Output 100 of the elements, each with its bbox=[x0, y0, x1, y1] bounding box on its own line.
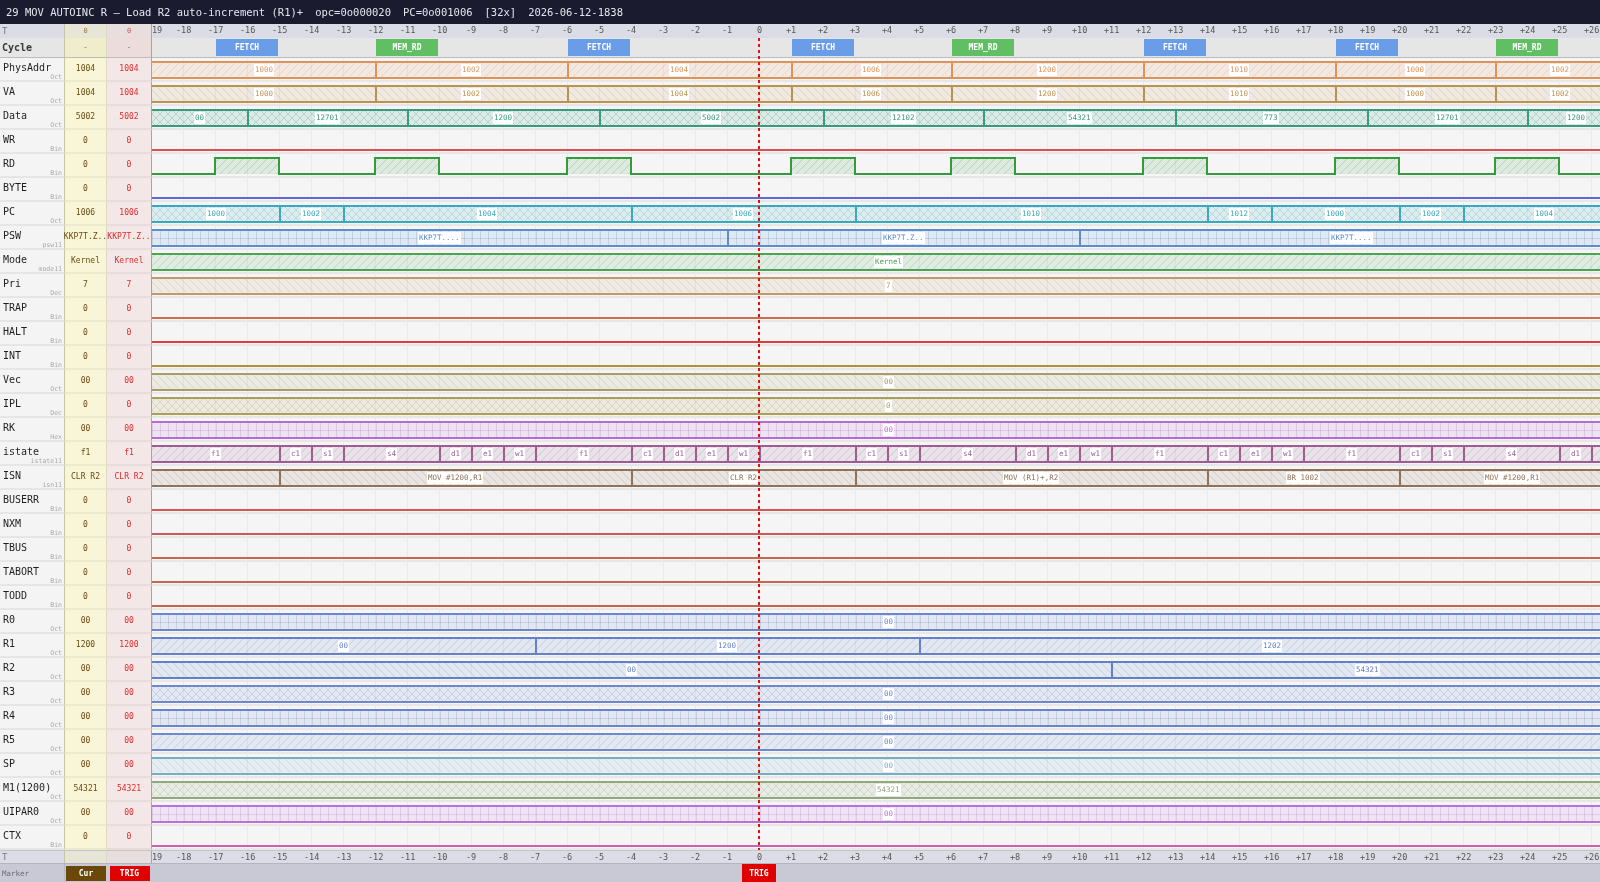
signal-name: IPL bbox=[3, 398, 22, 410]
cursor-value: 1004 bbox=[75, 88, 96, 98]
title-info: [32x] bbox=[484, 6, 517, 18]
cursor-value: 0 bbox=[83, 160, 88, 170]
tick-label: +15 bbox=[1232, 24, 1248, 36]
cursor-value: 00 bbox=[80, 688, 91, 698]
tick-label: +18 bbox=[1328, 24, 1344, 36]
tick-label: +9 bbox=[1042, 24, 1053, 36]
tick-label: +18 bbox=[1328, 851, 1344, 863]
trigger-value: 00 bbox=[124, 736, 134, 746]
signal-name: R3 bbox=[3, 686, 16, 698]
cursor-value: 00 bbox=[80, 808, 91, 818]
tick-label: 19 bbox=[152, 851, 163, 863]
tick-label: +6 bbox=[946, 851, 957, 863]
tick-label: -3 bbox=[658, 851, 669, 863]
row-title: Cycle bbox=[2, 41, 33, 54]
cursor-value: 0 bbox=[83, 304, 88, 314]
tick-label: -12 bbox=[368, 851, 384, 863]
tick-label: -10 bbox=[432, 24, 448, 36]
tick-label: +1 bbox=[786, 24, 797, 36]
phase-block: FETCH bbox=[568, 39, 630, 56]
phase-block: FETCH bbox=[1336, 39, 1398, 56]
cursor-value: 0 bbox=[83, 184, 88, 194]
trigger-value: 1004 bbox=[119, 64, 139, 74]
cursor-value: 0 bbox=[83, 544, 88, 554]
tick-label: -6 bbox=[562, 851, 573, 863]
cursor-value: 7 bbox=[83, 280, 88, 290]
cursor-value: 0 bbox=[83, 520, 88, 530]
signal-name: VA bbox=[3, 86, 16, 98]
trigger-value: 1200 bbox=[119, 640, 139, 650]
cursor-value: Kernel bbox=[71, 256, 100, 266]
tick-label: +26 bbox=[1584, 24, 1600, 36]
tick-label: +7 bbox=[978, 851, 989, 863]
tick-label: -8 bbox=[498, 851, 509, 863]
tick-label: -13 bbox=[336, 851, 352, 863]
axis-label: T bbox=[2, 25, 8, 37]
cursor-value: 00 bbox=[80, 616, 91, 626]
tick-label: +17 bbox=[1296, 24, 1312, 36]
tick-label: +19 bbox=[1360, 851, 1376, 863]
trigger-value: CLR R2 bbox=[114, 472, 144, 482]
cursor-value: 54321 bbox=[73, 784, 98, 794]
cursor-value: - bbox=[83, 42, 88, 53]
trigger-value: 0 bbox=[126, 520, 132, 530]
signal-name: TABORT bbox=[3, 566, 40, 578]
signal-name: RK bbox=[3, 422, 16, 434]
tick-label: +2 bbox=[818, 851, 829, 863]
trigger-value: 0 bbox=[126, 160, 132, 170]
cursor-value: 0 bbox=[83, 136, 88, 146]
signal-name: TRAP bbox=[3, 302, 28, 314]
tick-label: -6 bbox=[562, 24, 573, 36]
tick-label: -3 bbox=[658, 24, 669, 36]
signal-name: RD bbox=[3, 158, 16, 170]
trigger-marker[interactable]: TRIG bbox=[742, 864, 776, 882]
phase-block: MEM_RD bbox=[376, 39, 438, 56]
trigger-value: 00 bbox=[124, 760, 134, 770]
tick-label: -15 bbox=[272, 851, 288, 863]
tick-label: +4 bbox=[882, 24, 893, 36]
cursor-marker-button[interactable]: Cur bbox=[66, 865, 106, 881]
tick-label: -11 bbox=[400, 851, 416, 863]
tick-label: +5 bbox=[914, 24, 925, 36]
tick-label: +22 bbox=[1456, 24, 1472, 36]
tick-label: -1 bbox=[722, 851, 733, 863]
tick-label: +21 bbox=[1424, 24, 1440, 36]
trigger-value: 0 bbox=[126, 328, 132, 338]
cursor-value: 1004 bbox=[75, 64, 96, 74]
trigger-marker-button[interactable]: TRIG bbox=[109, 865, 150, 881]
tick-label: +5 bbox=[914, 851, 925, 863]
phase-block: FETCH bbox=[1144, 39, 1206, 56]
tick-label: +4 bbox=[882, 851, 893, 863]
signal-name: R2 bbox=[3, 662, 16, 674]
signal-name: BYTE bbox=[3, 182, 28, 194]
tick-label: -18 bbox=[176, 851, 192, 863]
tick-label: -4 bbox=[626, 24, 637, 36]
cursor-value: 00 bbox=[80, 664, 91, 674]
trigger-value: 00 bbox=[124, 664, 134, 674]
tick-label: +9 bbox=[1042, 851, 1053, 863]
cursor-value: KKP7T.Z.. bbox=[63, 232, 108, 242]
tick-label: -9 bbox=[466, 24, 477, 36]
signal-name: SP bbox=[3, 758, 16, 770]
cursor-value: f1 bbox=[80, 448, 91, 458]
signal-name: UIPAR0 bbox=[3, 806, 40, 818]
tick-label: 0 bbox=[757, 24, 763, 36]
tick-label: +3 bbox=[850, 851, 861, 863]
signal-name: R4 bbox=[3, 710, 16, 722]
tick-label: -10 bbox=[432, 851, 448, 863]
trigger-value: 0 bbox=[126, 184, 132, 194]
cursor-value: 00 bbox=[80, 376, 91, 386]
trigger-value: 00 bbox=[124, 616, 134, 626]
cursor-value: 0 bbox=[83, 568, 88, 578]
cursor-value: 0 bbox=[83, 592, 88, 602]
cursor-value: 1200 bbox=[75, 640, 96, 650]
tick-label: -9 bbox=[466, 851, 477, 863]
signal-name: PC bbox=[3, 206, 16, 218]
tick-label: -7 bbox=[530, 851, 541, 863]
cursor-value: 0 bbox=[83, 328, 88, 338]
tick-label: +10 bbox=[1072, 24, 1088, 36]
cursor-value: CLR R2 bbox=[71, 472, 100, 482]
trigger-value: 00 bbox=[124, 424, 134, 434]
title-info: opc=0o000020 bbox=[315, 6, 391, 18]
trigger-value: 0 bbox=[126, 304, 132, 314]
